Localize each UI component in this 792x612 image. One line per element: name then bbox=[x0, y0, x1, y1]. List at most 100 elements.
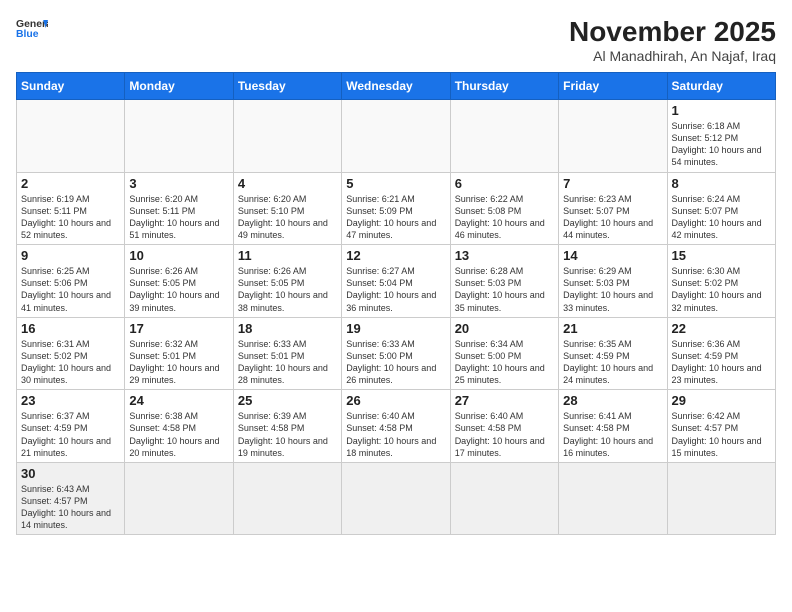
location-subtitle: Al Manadhirah, An Najaf, Iraq bbox=[569, 48, 776, 64]
day-info: Sunrise: 6:21 AMSunset: 5:09 PMDaylight:… bbox=[346, 193, 445, 242]
calendar-row: 1Sunrise: 6:18 AMSunset: 5:12 PMDaylight… bbox=[17, 100, 776, 173]
day-number: 23 bbox=[21, 393, 120, 408]
header-wednesday: Wednesday bbox=[342, 73, 450, 100]
header-tuesday: Tuesday bbox=[233, 73, 341, 100]
calendar-row: 9 Sunrise: 6:25 AMSunset: 5:06 PMDaylight… bbox=[17, 245, 776, 318]
empty-cell bbox=[342, 100, 450, 173]
empty-cell bbox=[559, 100, 667, 173]
day-cell: 16 Sunrise: 6:31 AMSunset: 5:02 PMDayligh… bbox=[17, 317, 125, 390]
page-header: General Blue November 2025 Al Manadhirah… bbox=[16, 16, 776, 64]
day-number: 30 bbox=[21, 466, 120, 481]
day-number: 4 bbox=[238, 176, 337, 191]
day-info: Sunrise: 6:20 AMSunset: 5:10 PMDaylight:… bbox=[238, 193, 337, 242]
day-cell: 12 Sunrise: 6:27 AMSunset: 5:04 PMDayligh… bbox=[342, 245, 450, 318]
day-info: Sunrise: 6:26 AMSunset: 5:05 PMDaylight:… bbox=[129, 265, 228, 314]
day-cell: 25 Sunrise: 6:39 AMSunset: 4:58 PMDayligh… bbox=[233, 390, 341, 463]
calendar-row: 30 Sunrise: 6:43 AMSunset: 4:57 PMDayligh… bbox=[17, 462, 776, 535]
day-number: 15 bbox=[672, 248, 771, 263]
day-info: Sunrise: 6:28 AMSunset: 5:03 PMDaylight:… bbox=[455, 265, 554, 314]
empty-cell bbox=[125, 462, 233, 535]
empty-cell bbox=[233, 462, 341, 535]
day-cell: 22Sunrise: 6:36 AMSunset: 4:59 PMDayligh… bbox=[667, 317, 775, 390]
day-info: Sunrise: 6:26 AMSunset: 5:05 PMDaylight:… bbox=[238, 265, 337, 314]
day-number: 17 bbox=[129, 321, 228, 336]
empty-cell bbox=[667, 462, 775, 535]
day-cell: 30 Sunrise: 6:43 AMSunset: 4:57 PMDayligh… bbox=[17, 462, 125, 535]
calendar-row: 2Sunrise: 6:19 AMSunset: 5:11 PMDaylight… bbox=[17, 172, 776, 245]
day-number: 20 bbox=[455, 321, 554, 336]
header-sunday: Sunday bbox=[17, 73, 125, 100]
day-info: Sunrise: 6:33 AMSunset: 5:00 PMDaylight:… bbox=[346, 338, 445, 387]
day-info: Sunrise: 6:34 AMSunset: 5:00 PMDaylight:… bbox=[455, 338, 554, 387]
day-cell: 10 Sunrise: 6:26 AMSunset: 5:05 PMDayligh… bbox=[125, 245, 233, 318]
empty-cell bbox=[125, 100, 233, 173]
day-number: 12 bbox=[346, 248, 445, 263]
empty-cell bbox=[17, 100, 125, 173]
svg-text:Blue: Blue bbox=[16, 29, 39, 40]
day-info: Sunrise: 6:31 AMSunset: 5:02 PMDaylight:… bbox=[21, 338, 120, 387]
day-info: Sunrise: 6:43 AMSunset: 4:57 PMDaylight:… bbox=[21, 483, 120, 532]
day-info: Sunrise: 6:33 AMSunset: 5:01 PMDaylight:… bbox=[238, 338, 337, 387]
calendar-row: 16 Sunrise: 6:31 AMSunset: 5:02 PMDayligh… bbox=[17, 317, 776, 390]
calendar-table: Sunday Monday Tuesday Wednesday Thursday… bbox=[16, 72, 776, 535]
day-number: 29 bbox=[672, 393, 771, 408]
day-number: 26 bbox=[346, 393, 445, 408]
day-number: 13 bbox=[455, 248, 554, 263]
day-cell: 11Sunrise: 6:26 AMSunset: 5:05 PMDayligh… bbox=[233, 245, 341, 318]
day-info: Sunrise: 6:20 AMSunset: 5:11 PMDaylight:… bbox=[129, 193, 228, 242]
day-cell: 15 Sunrise: 6:30 AMSunset: 5:02 PMDayligh… bbox=[667, 245, 775, 318]
month-title: November 2025 bbox=[569, 16, 776, 48]
day-number: 18 bbox=[238, 321, 337, 336]
day-cell: 29 Sunrise: 6:42 AMSunset: 4:57 PMDayligh… bbox=[667, 390, 775, 463]
day-cell: 13 Sunrise: 6:28 AMSunset: 5:03 PMDayligh… bbox=[450, 245, 558, 318]
day-number: 19 bbox=[346, 321, 445, 336]
day-number: 28 bbox=[563, 393, 662, 408]
day-info: Sunrise: 6:23 AMSunset: 5:07 PMDaylight:… bbox=[563, 193, 662, 242]
day-info: Sunrise: 6:27 AMSunset: 5:04 PMDaylight:… bbox=[346, 265, 445, 314]
day-info: Sunrise: 6:25 AMSunset: 5:06 PMDaylight:… bbox=[21, 265, 120, 314]
day-cell: 26Sunrise: 6:40 AMSunset: 4:58 PMDayligh… bbox=[342, 390, 450, 463]
day-cell: 2Sunrise: 6:19 AMSunset: 5:11 PMDaylight… bbox=[17, 172, 125, 245]
logo-icon: General Blue bbox=[16, 16, 48, 40]
day-info: Sunrise: 6:42 AMSunset: 4:57 PMDaylight:… bbox=[672, 410, 771, 459]
day-number: 24 bbox=[129, 393, 228, 408]
day-number: 16 bbox=[21, 321, 120, 336]
day-cell: 4 Sunrise: 6:20 AMSunset: 5:10 PMDaylight… bbox=[233, 172, 341, 245]
day-number: 10 bbox=[129, 248, 228, 263]
day-number: 3 bbox=[129, 176, 228, 191]
day-cell: 1Sunrise: 6:18 AMSunset: 5:12 PMDaylight… bbox=[667, 100, 775, 173]
day-cell: 17Sunrise: 6:32 AMSunset: 5:01 PMDayligh… bbox=[125, 317, 233, 390]
day-cell: 27 Sunrise: 6:40 AMSunset: 4:58 PMDayligh… bbox=[450, 390, 558, 463]
day-info: Sunrise: 6:30 AMSunset: 5:02 PMDaylight:… bbox=[672, 265, 771, 314]
day-number: 9 bbox=[21, 248, 120, 263]
day-info: Sunrise: 6:39 AMSunset: 4:58 PMDaylight:… bbox=[238, 410, 337, 459]
title-area: November 2025 Al Manadhirah, An Najaf, I… bbox=[569, 16, 776, 64]
day-number: 2 bbox=[21, 176, 120, 191]
day-cell: 19 Sunrise: 6:33 AMSunset: 5:00 PMDayligh… bbox=[342, 317, 450, 390]
empty-cell bbox=[233, 100, 341, 173]
header-saturday: Saturday bbox=[667, 73, 775, 100]
empty-cell bbox=[559, 462, 667, 535]
header-monday: Monday bbox=[125, 73, 233, 100]
day-info: Sunrise: 6:35 AMSunset: 4:59 PMDaylight:… bbox=[563, 338, 662, 387]
empty-cell bbox=[450, 100, 558, 173]
weekday-header-row: Sunday Monday Tuesday Wednesday Thursday… bbox=[17, 73, 776, 100]
day-cell: 23Sunrise: 6:37 AMSunset: 4:59 PMDayligh… bbox=[17, 390, 125, 463]
day-number: 27 bbox=[455, 393, 554, 408]
logo: General Blue bbox=[16, 16, 48, 40]
calendar-row: 23Sunrise: 6:37 AMSunset: 4:59 PMDayligh… bbox=[17, 390, 776, 463]
day-number: 14 bbox=[563, 248, 662, 263]
day-number: 5 bbox=[346, 176, 445, 191]
day-info: Sunrise: 6:36 AMSunset: 4:59 PMDaylight:… bbox=[672, 338, 771, 387]
day-cell: 24Sunrise: 6:38 AMSunset: 4:58 PMDayligh… bbox=[125, 390, 233, 463]
day-number: 8 bbox=[672, 176, 771, 191]
header-thursday: Thursday bbox=[450, 73, 558, 100]
day-cell: 14Sunrise: 6:29 AMSunset: 5:03 PMDayligh… bbox=[559, 245, 667, 318]
day-info: Sunrise: 6:40 AMSunset: 4:58 PMDaylight:… bbox=[455, 410, 554, 459]
day-info: Sunrise: 6:24 AMSunset: 5:07 PMDaylight:… bbox=[672, 193, 771, 242]
day-info: Sunrise: 6:18 AMSunset: 5:12 PMDaylight:… bbox=[672, 120, 771, 169]
header-friday: Friday bbox=[559, 73, 667, 100]
day-cell: 6Sunrise: 6:22 AMSunset: 5:08 PMDaylight… bbox=[450, 172, 558, 245]
day-number: 25 bbox=[238, 393, 337, 408]
day-cell: 9 Sunrise: 6:25 AMSunset: 5:06 PMDaylight… bbox=[17, 245, 125, 318]
